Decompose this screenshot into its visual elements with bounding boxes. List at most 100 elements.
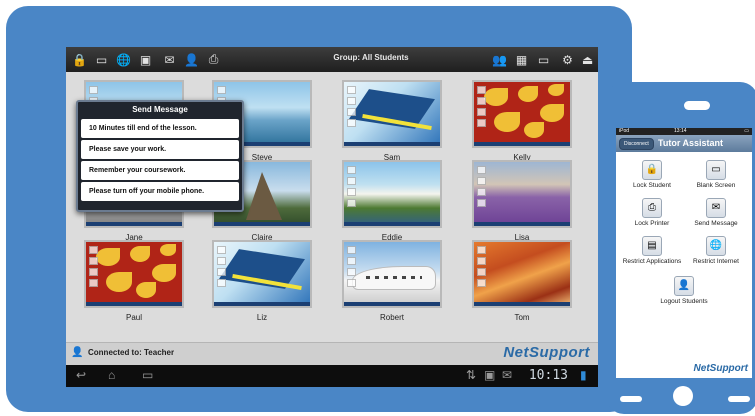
leaf-shape: [548, 84, 564, 96]
disconnect-button[interactable]: Disconnect: [619, 138, 654, 150]
popup-title: Send Message: [132, 105, 188, 114]
send-message-popup: Send Message 10 Minutes till end of the …: [76, 100, 244, 212]
screenshot-icon: ▣: [484, 368, 496, 382]
student-tile[interactable]: Kelly: [472, 80, 572, 162]
app-title: Tutor Assistant: [658, 138, 724, 148]
teacher-icon: 👤: [71, 347, 84, 358]
leaf-shape: [540, 104, 564, 122]
exit-icon[interactable]: ⏏: [578, 50, 597, 69]
recent-apps-icon[interactable]: ▭: [142, 368, 153, 382]
grid-view-icon[interactable]: ▦: [512, 50, 531, 69]
message-icon: ✉: [706, 198, 726, 218]
android-nav-bar: ↩ ⌂ ▭ ⇅ ▣ ✉ 10:13 ▮: [66, 365, 598, 387]
blank-screen-icon: ▭: [706, 160, 726, 180]
group-title: Group: All Students: [333, 53, 409, 62]
phone-side-button-right: [728, 396, 750, 402]
send-message-button[interactable]: ✉ Send Message: [684, 198, 748, 227]
student-tile[interactable]: Paul: [84, 240, 184, 322]
student-screen-thumbnail[interactable]: [342, 160, 442, 228]
printer-icon: ⎙: [642, 198, 662, 218]
lock-icon[interactable]: 🔒: [70, 50, 89, 69]
button-label: Send Message: [694, 220, 738, 227]
student-thumbnail-grid: Steve Sam Kelly Jane Claire Eddie Lisa Paul Liz R…: [66, 72, 598, 342]
connection-status: Connected to: Teacher: [88, 348, 175, 357]
student-tile[interactable]: Sam: [342, 80, 442, 162]
battery-icon: ▭: [744, 128, 749, 134]
leaf-shape: [518, 86, 538, 102]
desktop-icons: [217, 246, 226, 290]
printer-icon[interactable]: ⎙: [204, 50, 223, 69]
student-tile[interactable]: Eddie: [342, 160, 442, 242]
student-tile[interactable]: Robert: [342, 240, 442, 322]
globe-icon: 🌐: [706, 236, 726, 256]
message-option[interactable]: Remember your coursework.: [81, 161, 239, 180]
phone-screen: iPod 13:14 ▭ Disconnect Tutor Assistant …: [616, 128, 752, 378]
student-screen-thumbnail[interactable]: [212, 240, 312, 308]
message-option[interactable]: 10 Minutes till end of the lesson.: [81, 119, 239, 138]
student-tile[interactable]: Lisa: [472, 160, 572, 242]
gear-icon[interactable]: ⚙: [558, 50, 577, 69]
taskbar: [214, 302, 310, 306]
monitor-icon[interactable]: ▣: [136, 50, 155, 69]
student-tile[interactable]: Liz: [212, 240, 312, 322]
student-screen-thumbnail[interactable]: [342, 80, 442, 148]
phone-speaker: [684, 101, 710, 110]
student-screen-thumbnail[interactable]: [472, 80, 572, 148]
taskbar: [344, 142, 440, 146]
window-icon[interactable]: ▭: [534, 50, 553, 69]
taskbar: [86, 222, 182, 226]
button-label: Restrict Internet: [693, 258, 739, 265]
student-screen-thumbnail[interactable]: [342, 240, 442, 308]
student-screen-thumbnail[interactable]: [472, 160, 572, 228]
phone-status-bar: iPod 13:14 ▭: [616, 128, 752, 135]
button-label: Blank Screen: [696, 182, 736, 189]
tablet-device: 🔒 ▭ 🌐 ▣ ✉ 👤 ⎙ Group: All Students 👥 ▦ ▭ ⚙ ⏏ Steve S…: [6, 6, 632, 412]
home-icon[interactable]: ⌂: [108, 368, 115, 382]
message-option[interactable]: Please turn off your mobile phone.: [81, 182, 239, 201]
leaf-shape: [484, 88, 508, 106]
blank-screen-icon[interactable]: ▭: [92, 50, 111, 69]
phone-header: Disconnect Tutor Assistant: [616, 135, 752, 152]
top-toolbar: 🔒 ▭ 🌐 ▣ ✉ 👤 ⎙ Group: All Students 👥 ▦ ▭ ⚙ ⏏: [66, 47, 598, 72]
phone-side-button-left: [620, 396, 642, 402]
users-icon[interactable]: 👥: [490, 50, 509, 69]
applications-icon: ▤: [642, 236, 662, 256]
phone-home-button[interactable]: [673, 386, 693, 406]
logout-students-button[interactable]: 👤 Logout Students: [652, 276, 716, 305]
blank-screen-button[interactable]: ▭ Blank Screen: [684, 160, 748, 189]
phone-device: iPod 13:14 ▭ Disconnect Tutor Assistant …: [606, 82, 755, 414]
message-option[interactable]: Please save your work.: [81, 140, 239, 159]
leaf-shape: [160, 244, 176, 256]
lock-printer-button[interactable]: ⎙ Lock Printer: [620, 198, 684, 227]
restrict-internet-button[interactable]: 🌐 Restrict Internet: [684, 236, 748, 265]
student-screen-thumbnail[interactable]: [84, 240, 184, 308]
taskbar: [214, 222, 310, 226]
globe-icon[interactable]: 🌐: [114, 50, 133, 69]
desktop-icons: [347, 166, 356, 210]
taskbar: [474, 222, 570, 226]
restrict-applications-button[interactable]: ▤ Restrict Applications: [620, 236, 684, 265]
student-screen-thumbnail[interactable]: [472, 240, 572, 308]
student-tile[interactable]: Tom: [472, 240, 572, 322]
desktop-icons: [477, 246, 486, 290]
lock-student-button[interactable]: 🔒 Lock Student: [620, 160, 684, 189]
taskbar: [86, 302, 182, 306]
leaf-shape: [106, 272, 132, 292]
leaf-shape: [136, 282, 156, 298]
message-icon[interactable]: ✉: [160, 50, 179, 69]
leaf-shape: [494, 112, 520, 132]
taskbar: [474, 142, 570, 146]
desktop-icons: [347, 246, 356, 290]
student-name: Robert: [379, 313, 404, 322]
desktop-icons: [89, 246, 98, 290]
student-name: Tom: [514, 313, 530, 322]
signal-icon: ▮: [580, 368, 587, 382]
desktop-icons: [477, 166, 486, 210]
user-logout-icon[interactable]: 👤: [182, 50, 201, 69]
back-icon[interactable]: ↩: [76, 368, 86, 382]
taskbar: [344, 302, 440, 306]
status-bar: 👤 Connected to: Teacher NetSupport: [66, 342, 598, 365]
desktop-icons: [347, 86, 356, 130]
usb-icon: ⇅: [466, 368, 477, 382]
phone-netsupport-logo: NetSupport: [693, 363, 748, 374]
